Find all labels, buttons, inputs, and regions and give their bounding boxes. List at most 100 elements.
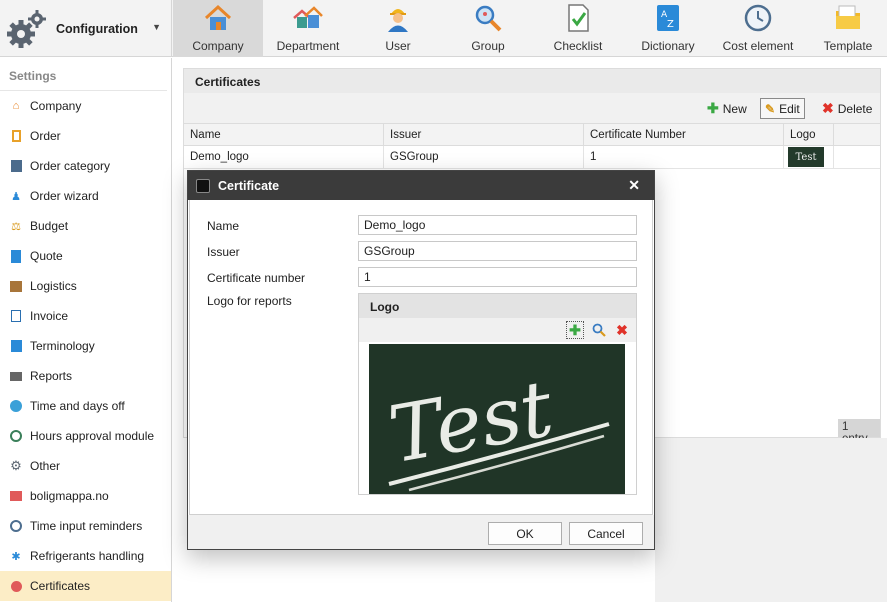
tab-group[interactable]: Group	[443, 0, 533, 57]
new-button[interactable]: ✚ New	[703, 98, 751, 119]
calculator-icon	[9, 249, 23, 263]
clock-icon	[744, 4, 772, 32]
tab-department[interactable]: Department	[263, 0, 353, 57]
home-icon: ⌂	[12, 100, 20, 112]
houses-icon	[293, 6, 323, 28]
column-header-logo[interactable]: Logo	[784, 124, 834, 145]
sidebar-item-label: Company	[30, 99, 82, 113]
tab-user[interactable]: User	[353, 0, 443, 57]
clock-check-icon	[9, 429, 23, 443]
sidebar-item-time-days-off[interactable]: Time and days off	[0, 391, 171, 421]
sidebar-item-budget[interactable]: ⚖ Budget	[0, 211, 171, 241]
column-header-number[interactable]: Certificate Number	[584, 124, 784, 145]
cell-name: Demo_logo	[184, 146, 384, 168]
tab-label: Checklist	[553, 39, 603, 53]
plus-icon: ✚	[707, 100, 719, 116]
sidebar-item-order[interactable]: Order	[0, 121, 171, 151]
sidebar-item-invoice[interactable]: Invoice	[0, 301, 171, 331]
tab-label: Cost element	[722, 39, 794, 53]
tab-dictionary[interactable]: AZ Dictionary	[623, 0, 713, 57]
sidebar-item-logistics[interactable]: Logistics	[0, 271, 171, 301]
cell-number: 1	[584, 146, 784, 168]
issuer-field[interactable]	[358, 241, 637, 261]
sidebar-item-label: Logistics	[30, 279, 77, 293]
checklist-icon	[568, 4, 589, 32]
dictionary-icon: AZ	[657, 5, 679, 31]
printer-icon	[9, 369, 23, 383]
wizard-icon: ♟	[11, 190, 21, 203]
app-menu[interactable]: Configuration ▼	[0, 0, 172, 57]
tab-company[interactable]: Company	[173, 0, 263, 57]
edit-button[interactable]: ✎ Edit	[760, 98, 805, 119]
entry-count: 1 entry	[838, 419, 880, 445]
sidebar-item-label: Other	[30, 459, 61, 473]
close-icon[interactable]: ✕	[628, 177, 640, 194]
home-icon	[204, 4, 232, 30]
issuer-label: Issuer	[207, 245, 240, 259]
sidebar-item-label: Refrigerants handling	[30, 549, 145, 563]
tab-label: Dictionary	[641, 39, 695, 53]
remove-logo-icon[interactable]: ✖	[613, 321, 631, 339]
invoice-icon	[9, 309, 23, 323]
sidebar-item-label: Time input reminders	[30, 519, 143, 533]
folder-icon	[836, 5, 860, 29]
certificate-number-field[interactable]	[358, 267, 637, 287]
sidebar-item-boligmappa[interactable]: boligmappa.no	[0, 481, 171, 511]
column-header-issuer[interactable]: Issuer	[384, 124, 584, 145]
cell-logo: Test	[784, 146, 834, 168]
column-header-name[interactable]: Name	[184, 124, 384, 145]
ok-button[interactable]: OK	[488, 522, 562, 545]
sidebar-item-terminology[interactable]: Terminology	[0, 331, 171, 361]
tab-template[interactable]: Template	[803, 0, 887, 57]
search-icon[interactable]	[590, 321, 608, 339]
add-logo-icon[interactable]: ✚	[566, 321, 584, 339]
gear-icon	[4, 6, 50, 52]
certificate-number-label: Certificate number	[207, 271, 306, 285]
sidebar-item-hours-approval[interactable]: Hours approval module	[0, 421, 171, 451]
edit-icon: ✎	[765, 101, 776, 116]
sidebar-item-company[interactable]: ⌂ Company	[0, 91, 171, 121]
panel-toolbar: ✚ New ✎ Edit ✖ Delete	[184, 93, 880, 123]
cancel-button[interactable]: Cancel	[569, 522, 643, 545]
sidebar-item-label: Order wizard	[30, 189, 99, 203]
logo-for-reports-label: Logo for reports	[207, 294, 292, 308]
tab-cost-element[interactable]: Cost element	[713, 0, 803, 57]
sidebar-item-time-input-reminders[interactable]: Time input reminders	[0, 511, 171, 541]
sidebar-item-refrigerants[interactable]: ✱ Refrigerants handling	[0, 541, 171, 571]
certificate-dialog: Certificate ✕ Name Issuer Certificate nu…	[187, 170, 655, 550]
app-title: Configuration	[56, 21, 138, 36]
sidebar-item-label: Reports	[30, 369, 73, 383]
box-icon	[9, 279, 23, 293]
alarm-icon	[9, 519, 23, 533]
sidebar-item-label: Budget	[30, 219, 69, 233]
sidebar-item-label: Order	[30, 129, 61, 143]
sidebar-item-other[interactable]: ⚙ Other	[0, 451, 171, 481]
table-row[interactable]: Demo_logo GSGroup 1 Test	[184, 146, 880, 169]
logo-thumbnail: Test	[788, 147, 824, 167]
background-area	[655, 438, 887, 602]
group-search-icon	[475, 5, 502, 32]
logo-box: Logo ✚ ✖ Test	[358, 293, 637, 495]
sidebar-item-order-category[interactable]: Order category	[0, 151, 171, 181]
delete-icon: ✖	[822, 100, 834, 116]
name-field[interactable]	[358, 215, 637, 235]
chevron-down-icon[interactable]: ▼	[152, 22, 161, 32]
sidebar-section-title: Settings	[0, 58, 167, 91]
sidebar-item-order-wizard[interactable]: ♟ Order wizard	[0, 181, 171, 211]
sidebar-item-reports[interactable]: Reports	[0, 361, 171, 391]
sidebar-item-label: Hours approval module	[30, 429, 155, 443]
delete-button[interactable]: ✖ Delete	[818, 98, 876, 119]
clipboard-icon	[9, 129, 23, 143]
tab-label: User	[385, 39, 411, 53]
edit-button-label: Edit	[779, 101, 800, 116]
sidebar-item-label: Invoice	[30, 309, 69, 323]
sidebar-item-label: Certificates	[30, 579, 91, 593]
sidebar-item-certificates[interactable]: Certificates	[0, 571, 171, 601]
scales-icon: ⚖	[11, 220, 21, 233]
tab-checklist[interactable]: Checklist	[533, 0, 623, 57]
tab-label: Group	[471, 39, 505, 53]
main-tabs: Company Department User Group Checklist …	[173, 0, 887, 57]
worker-icon	[388, 9, 408, 32]
new-button-label: New	[722, 101, 747, 116]
sidebar-item-quote[interactable]: Quote	[0, 241, 171, 271]
